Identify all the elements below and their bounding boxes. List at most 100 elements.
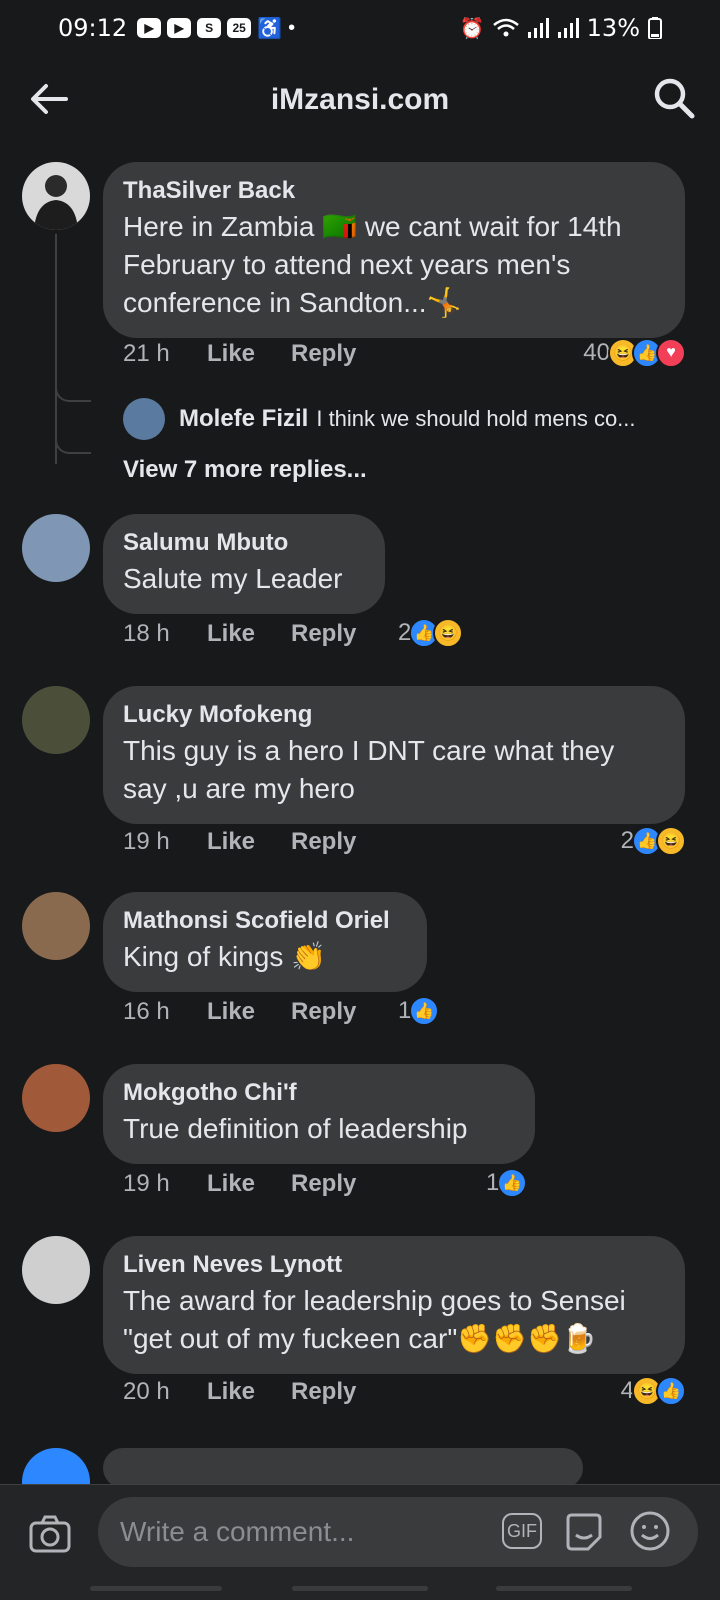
comment-text: True definition of leadership: [123, 1113, 468, 1144]
like-reaction-icon: 👍: [497, 1168, 528, 1198]
comment-bubble[interactable]: ThaSilver Back Here in Zambia 🇿🇲 we cant…: [103, 162, 685, 338]
comment-text: Here in Zambia 🇿🇲 we cant wait for 14th …: [123, 211, 622, 318]
battery-percent: 13%: [586, 14, 640, 42]
accessibility-icon: ♿: [257, 17, 283, 40]
comment-placeholder: Write a comment...: [120, 1516, 355, 1547]
comment-input[interactable]: Write a comment... GIF: [98, 1497, 698, 1567]
comment-actions: 18 h Like Reply: [123, 620, 356, 648]
comment-bubble[interactable]: Liven Neves Lynott The award for leaders…: [103, 1236, 685, 1374]
comment-text: King of kings 👏: [123, 941, 326, 972]
like-reaction-icon: 👍: [409, 996, 440, 1026]
camera-icon[interactable]: [28, 1513, 72, 1557]
avatar[interactable]: [22, 1236, 90, 1304]
gif-button[interactable]: GIF: [502, 1513, 542, 1549]
comment-author[interactable]: ThaSilver Back: [123, 176, 665, 206]
signal-icon: [557, 18, 579, 38]
comment-text: The award for leadership goes to Sensei …: [123, 1285, 626, 1354]
reaction-summary[interactable]: 1 👍: [398, 996, 440, 1026]
nav-handle[interactable]: [292, 1586, 428, 1591]
reply-button[interactable]: Reply: [291, 340, 356, 368]
comment-time: 20 h: [123, 1378, 170, 1405]
reply-button[interactable]: Reply: [291, 1378, 356, 1406]
like-button[interactable]: Like: [207, 1378, 291, 1406]
comment-bubble[interactable]: Lucky Mofokeng This guy is a hero I DNT …: [103, 686, 685, 824]
emoji-icon[interactable]: [628, 1509, 672, 1553]
system-nav-bar: [0, 1586, 720, 1600]
nav-handle[interactable]: [90, 1586, 222, 1591]
like-button[interactable]: Like: [207, 828, 291, 856]
status-bar: 09:12 ▶ ▶ S 25 ♿ • ⏰ 13%: [0, 0, 720, 56]
reply-author[interactable]: Molefe Fizil: [179, 405, 308, 433]
comment-time: 21 h: [123, 340, 170, 367]
wifi-icon: [492, 18, 519, 37]
like-button[interactable]: Like: [207, 998, 291, 1026]
haha-reaction-icon: 😆: [433, 618, 464, 648]
search-icon[interactable]: [652, 76, 696, 120]
comment-thread[interactable]: ThaSilver Back Here in Zambia 🇿🇲 we cant…: [0, 144, 720, 1484]
reply-button[interactable]: Reply: [291, 1170, 356, 1198]
comment-author[interactable]: Salumu Mbuto: [123, 528, 365, 558]
avatar[interactable]: [22, 892, 90, 960]
comment-bubble[interactable]: Mokgotho Chi'f True definition of leader…: [103, 1064, 535, 1164]
avatar[interactable]: [22, 514, 90, 582]
reaction-summary[interactable]: 2 👍 😆: [398, 618, 464, 648]
reaction-count: 40: [583, 339, 610, 366]
comment-bubble[interactable]: [103, 1448, 583, 1484]
thread-connector: [55, 234, 57, 464]
avatar[interactable]: [22, 162, 90, 230]
dot-icon: •: [288, 16, 296, 39]
comment-author[interactable]: Mokgotho Chi'f: [123, 1078, 515, 1108]
comment-actions: 16 h Like Reply: [123, 998, 356, 1026]
alarm-icon: ⏰: [459, 16, 485, 40]
comment: Salumu Mbuto Salute my Leader 18 h Like …: [0, 514, 720, 664]
reaction-summary[interactable]: 2 👍 😆: [621, 826, 686, 856]
comment-actions: 19 h Like Reply: [123, 1170, 356, 1198]
comment-actions: 21 h Like Reply: [123, 340, 356, 368]
comment-time: 18 h: [123, 620, 170, 647]
back-arrow-icon[interactable]: [28, 78, 70, 120]
haha-reaction-icon: 😆: [656, 826, 686, 856]
reply-button[interactable]: Reply: [291, 828, 356, 856]
battery-icon: [648, 17, 662, 39]
reaction-summary[interactable]: 1 👍: [486, 1168, 528, 1198]
sticker-icon[interactable]: [562, 1509, 606, 1553]
comment-text: This guy is a hero I DNT care what they …: [123, 735, 615, 804]
thread-connector: [55, 432, 91, 454]
reaction-summary[interactable]: 40 😆 👍 ♥: [583, 338, 686, 368]
thread-connector: [55, 380, 91, 402]
comment: Mathonsi Scofield Oriel King of kings 👏 …: [0, 892, 720, 1042]
like-button[interactable]: Like: [207, 620, 291, 648]
view-more-replies-link[interactable]: View 7 more replies...: [123, 456, 367, 484]
comment-bubble[interactable]: Mathonsi Scofield Oriel King of kings 👏: [103, 892, 427, 992]
comment-time: 16 h: [123, 998, 170, 1025]
youtube-icon: ▶: [137, 18, 162, 38]
reply-button[interactable]: Reply: [291, 620, 356, 648]
signal-icon: [527, 18, 549, 38]
youtube-icon: ▶: [167, 18, 192, 38]
comment-composer: Write a comment... GIF: [0, 1484, 720, 1600]
love-reaction-icon: ♥: [656, 338, 686, 368]
app-bar: iMzansi.com: [0, 56, 720, 144]
reaction-summary[interactable]: 4 😆 👍: [621, 1376, 686, 1406]
comment-time: 19 h: [123, 828, 170, 855]
like-button[interactable]: Like: [207, 340, 291, 368]
avatar[interactable]: [22, 1064, 90, 1132]
calendar-icon: 25: [227, 18, 252, 38]
comment-author[interactable]: Liven Neves Lynott: [123, 1250, 665, 1280]
comment-author[interactable]: Lucky Mofokeng: [123, 700, 665, 730]
s-app-icon: S: [197, 18, 222, 38]
avatar[interactable]: [22, 686, 90, 754]
comment: [0, 1448, 720, 1484]
comment-author[interactable]: Mathonsi Scofield Oriel: [123, 906, 407, 936]
like-button[interactable]: Like: [207, 1170, 291, 1198]
reply-snippet: I think we should hold mens co...: [316, 406, 636, 431]
avatar[interactable]: [22, 1448, 90, 1484]
reply-preview[interactable]: Molefe Fizil I think we should hold mens…: [123, 398, 636, 440]
avatar[interactable]: [123, 398, 165, 440]
comment-bubble[interactable]: Salumu Mbuto Salute my Leader: [103, 514, 385, 614]
page-title: iMzansi.com: [270, 83, 450, 116]
comment-actions: 20 h Like Reply: [123, 1378, 356, 1406]
nav-handle[interactable]: [496, 1586, 632, 1591]
reply-button[interactable]: Reply: [291, 998, 356, 1026]
like-reaction-icon: 👍: [656, 1376, 686, 1406]
